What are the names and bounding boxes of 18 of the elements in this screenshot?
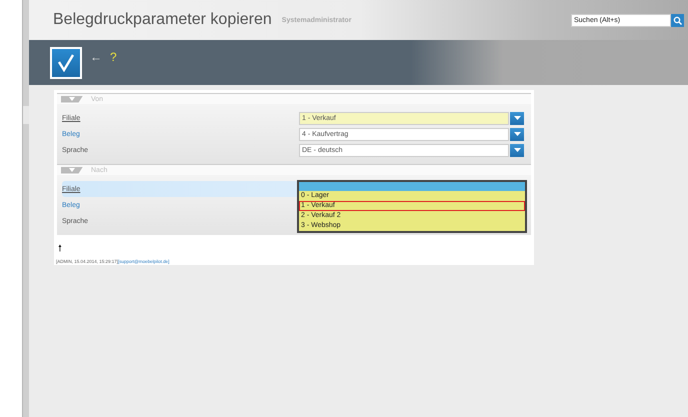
up-arrow[interactable]: 🠕 [58,241,62,257]
search-icon [673,16,682,25]
check-icon [56,54,76,72]
caret-icon [514,148,520,152]
caret-icon [69,168,75,172]
dropdown-button[interactable] [510,144,524,156]
help-button[interactable]: ? [110,50,117,64]
section-toggle[interactable] [61,166,83,174]
section-toggle[interactable] [61,96,83,102]
caret-icon [69,97,75,101]
dropdown-button[interactable] [510,128,524,140]
dropdown-button[interactable] [510,112,524,124]
save-button[interactable] [50,46,82,78]
back-button[interactable]: ← [90,50,102,64]
caret-icon [514,132,520,136]
caret-icon [514,116,520,120]
page-title: Belegdruckparameter kopieren [53,11,272,29]
search-button[interactable] [671,14,684,27]
